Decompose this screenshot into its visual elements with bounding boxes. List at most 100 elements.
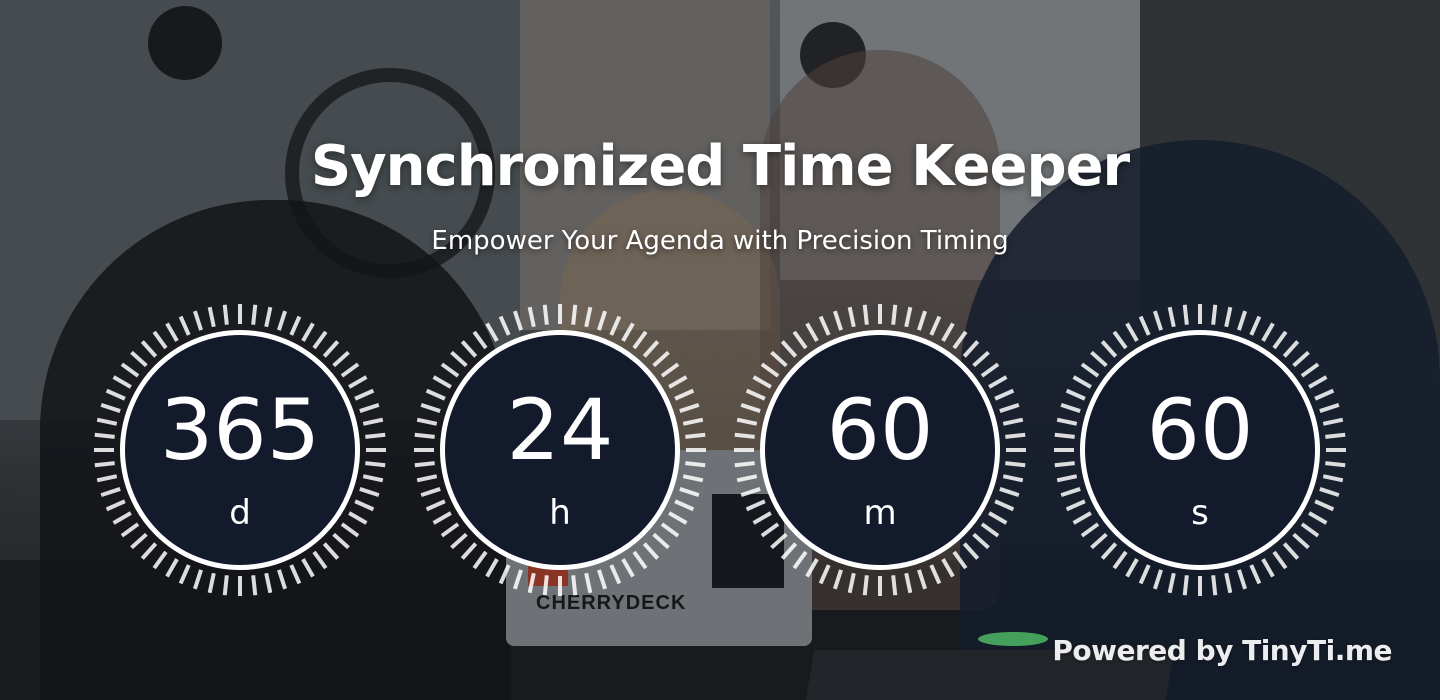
tick-mark bbox=[472, 550, 488, 570]
tick-mark bbox=[96, 474, 118, 483]
tick-mark bbox=[1182, 304, 1189, 325]
tick-mark bbox=[904, 572, 913, 594]
tick-mark bbox=[1138, 564, 1151, 585]
tick-mark bbox=[1282, 340, 1300, 358]
hours-counter: 24 h bbox=[410, 300, 710, 600]
tick-mark bbox=[660, 362, 680, 378]
tick-mark bbox=[621, 558, 635, 578]
tick-mark bbox=[818, 564, 831, 585]
tick-mark bbox=[668, 375, 688, 389]
tick-mark bbox=[891, 575, 898, 596]
tick-mark bbox=[972, 350, 990, 368]
tick-mark bbox=[1224, 306, 1233, 328]
tick-mark bbox=[972, 532, 990, 550]
tick-mark bbox=[251, 304, 258, 325]
days-unit-label: d bbox=[229, 493, 251, 533]
hours-unit-label: h bbox=[549, 493, 571, 533]
tick-mark bbox=[642, 542, 660, 560]
tick-mark bbox=[1292, 350, 1310, 368]
tick-mark bbox=[1272, 330, 1288, 350]
tick-mark bbox=[450, 532, 468, 550]
tick-mark bbox=[760, 362, 780, 378]
tick-mark bbox=[348, 375, 368, 389]
tick-mark bbox=[165, 322, 179, 342]
tick-mark bbox=[472, 330, 488, 350]
tick-mark bbox=[264, 306, 273, 328]
tick-mark bbox=[1112, 330, 1128, 350]
tick-mark bbox=[140, 542, 158, 560]
tick-mark bbox=[178, 315, 191, 336]
tick-mark bbox=[192, 310, 203, 331]
tick-mark bbox=[1002, 474, 1024, 483]
tick-mark bbox=[862, 304, 869, 325]
tick-mark bbox=[832, 310, 843, 331]
tick-mark bbox=[1261, 558, 1275, 578]
tick-mark bbox=[178, 564, 191, 585]
powered-by-link[interactable]: Powered by TinyTi.me bbox=[1052, 634, 1392, 667]
seconds-counter: 60 s bbox=[1050, 300, 1350, 600]
tick-mark bbox=[450, 350, 468, 368]
tick-mark bbox=[527, 306, 536, 328]
tick-mark bbox=[941, 322, 955, 342]
minutes-unit-label: m bbox=[863, 493, 897, 533]
tick-mark bbox=[527, 572, 536, 594]
tick-mark bbox=[1182, 575, 1189, 596]
tick-mark bbox=[542, 575, 549, 596]
tick-mark bbox=[152, 550, 168, 570]
tick-mark bbox=[322, 340, 340, 358]
tick-mark bbox=[929, 315, 942, 336]
tick-mark bbox=[917, 310, 928, 331]
tick-mark bbox=[289, 315, 302, 336]
tick-mark bbox=[485, 558, 499, 578]
tick-mark bbox=[904, 306, 913, 328]
tick-mark bbox=[1322, 474, 1344, 483]
tick-mark bbox=[679, 487, 700, 498]
tick-mark bbox=[832, 569, 843, 590]
tick-mark bbox=[100, 487, 121, 498]
tick-mark bbox=[251, 575, 258, 596]
tick-mark bbox=[1090, 532, 1108, 550]
tick-mark bbox=[632, 550, 648, 570]
tick-mark bbox=[112, 375, 132, 389]
tick-mark bbox=[1224, 572, 1233, 594]
tick-mark bbox=[1237, 569, 1248, 590]
tick-mark bbox=[542, 304, 549, 325]
tick-mark bbox=[1282, 542, 1300, 560]
tick-mark bbox=[952, 330, 968, 350]
tick-mark bbox=[512, 310, 523, 331]
tick-mark bbox=[621, 322, 635, 342]
tick-mark bbox=[165, 558, 179, 578]
tick-mark bbox=[792, 550, 808, 570]
tick-mark bbox=[440, 362, 460, 378]
tick-mark bbox=[207, 306, 216, 328]
tick-mark bbox=[847, 572, 856, 594]
tick-mark bbox=[1080, 362, 1100, 378]
minutes-counter: 60 m bbox=[730, 300, 1030, 600]
tick-mark bbox=[359, 487, 380, 498]
tick-mark bbox=[1300, 362, 1320, 378]
days-counter: 365 d bbox=[90, 300, 390, 600]
tick-mark bbox=[277, 569, 288, 590]
tick-mark bbox=[736, 474, 758, 483]
tick-mark bbox=[301, 558, 315, 578]
tick-mark bbox=[498, 315, 511, 336]
tick-mark bbox=[1100, 340, 1118, 358]
tick-mark bbox=[1072, 375, 1092, 389]
tick-mark bbox=[862, 575, 869, 596]
tick-mark bbox=[1292, 532, 1310, 550]
tick-mark bbox=[999, 487, 1020, 498]
tick-mark bbox=[642, 340, 660, 358]
tick-mark bbox=[140, 340, 158, 358]
tick-mark bbox=[264, 572, 273, 594]
tick-mark bbox=[805, 558, 819, 578]
tick-mark bbox=[962, 340, 980, 358]
tick-mark bbox=[792, 330, 808, 350]
tick-mark bbox=[584, 572, 593, 594]
tick-mark bbox=[1249, 315, 1262, 336]
page-subtitle: Empower Your Agenda with Precision Timin… bbox=[431, 226, 1009, 256]
tick-mark bbox=[152, 330, 168, 350]
tick-mark bbox=[652, 532, 670, 550]
tick-mark bbox=[498, 564, 511, 585]
tick-mark bbox=[752, 375, 772, 389]
tick-mark bbox=[770, 532, 788, 550]
